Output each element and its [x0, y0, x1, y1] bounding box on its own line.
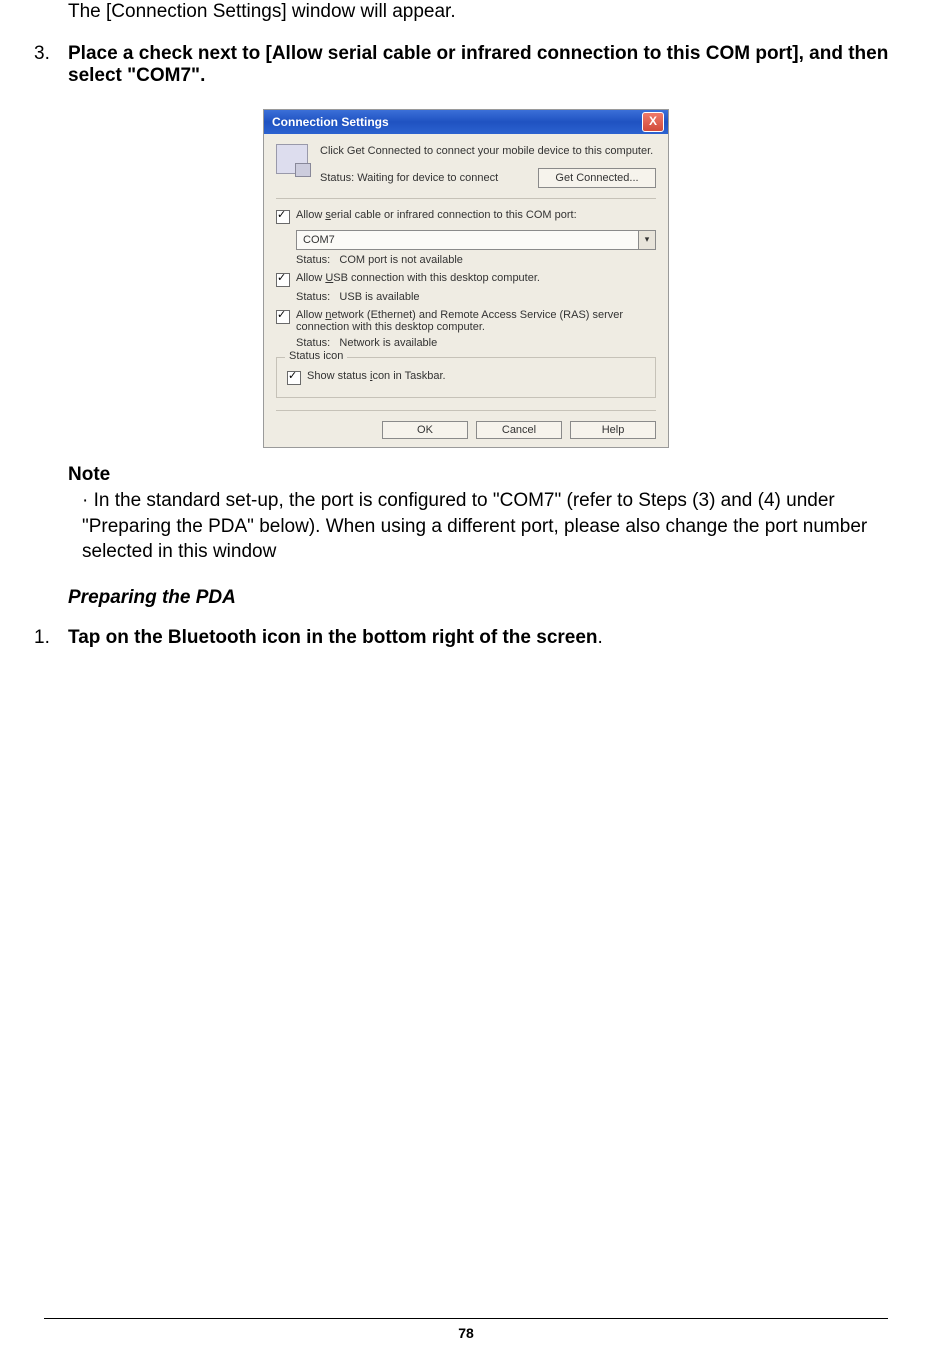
step-3-number: 3. — [34, 43, 68, 87]
step-1-number: 1. — [34, 627, 68, 649]
help-button[interactable]: Help — [570, 421, 656, 439]
usb-checkbox[interactable] — [276, 273, 290, 287]
note-heading: Note — [68, 462, 898, 488]
window-title: Connection Settings — [272, 115, 642, 129]
network-status: Status: Network is available — [296, 337, 656, 349]
com-port-value: COM7 — [297, 234, 638, 246]
step-3-text: Place a check next to [Allow serial cabl… — [68, 43, 898, 87]
note-block: Note · In the standard set-up, the port … — [68, 462, 898, 565]
status-icon-fieldset: Status icon Show status icon in Taskbar. — [276, 357, 656, 398]
top-message: Click Get Connected to connect your mobi… — [320, 144, 656, 158]
step-1: 1. Tap on the Bluetooth icon in the bott… — [34, 627, 898, 649]
intro-line: The [Connection Settings] window will ap… — [68, 0, 898, 25]
device-icon — [276, 144, 308, 174]
note-text: · In the standard set-up, the port is co… — [82, 488, 898, 565]
connect-status: Status: Waiting for device to connect — [320, 171, 530, 185]
usb-checkbox-row[interactable]: Allow USB connection with this desktop c… — [276, 272, 656, 287]
ok-button[interactable]: OK — [382, 421, 468, 439]
taskbar-checkbox-label: Show status icon in Taskbar. — [307, 370, 446, 382]
com-port-combo[interactable]: COM7 ▾ — [296, 230, 656, 250]
cancel-button[interactable]: Cancel — [476, 421, 562, 439]
usb-checkbox-label: Allow USB connection with this desktop c… — [296, 272, 540, 284]
serial-status: Status: COM port is not available — [296, 254, 656, 266]
network-checkbox[interactable] — [276, 310, 290, 324]
titlebar: Connection Settings X — [264, 110, 668, 134]
section-preparing-pda: Preparing the PDA — [68, 587, 898, 609]
page-number: 78 — [0, 1325, 932, 1341]
network-checkbox-row[interactable]: Allow network (Ethernet) and Remote Acce… — [276, 309, 656, 333]
network-checkbox-label: Allow network (Ethernet) and Remote Acce… — [296, 309, 656, 333]
fieldset-legend: Status icon — [285, 350, 347, 362]
serial-checkbox[interactable] — [276, 210, 290, 224]
serial-checkbox-label: Allow serial cable or infrared connectio… — [296, 209, 577, 221]
serial-checkbox-row[interactable]: Allow serial cable or infrared connectio… — [276, 209, 656, 224]
taskbar-checkbox-row[interactable]: Show status icon in Taskbar. — [287, 370, 645, 385]
taskbar-checkbox[interactable] — [287, 371, 301, 385]
step-1-text: Tap on the Bluetooth icon in the bottom … — [68, 627, 898, 649]
chevron-down-icon[interactable]: ▾ — [638, 231, 655, 249]
usb-status: Status: USB is available — [296, 291, 656, 303]
get-connected-button[interactable]: Get Connected... — [538, 168, 656, 188]
step-3: 3. Place a check next to [Allow serial c… — [34, 43, 898, 87]
close-icon[interactable]: X — [642, 112, 664, 132]
connection-settings-dialog: Connection Settings X Click Get Connecte… — [263, 109, 669, 449]
page-footer: 78 — [0, 1318, 932, 1341]
